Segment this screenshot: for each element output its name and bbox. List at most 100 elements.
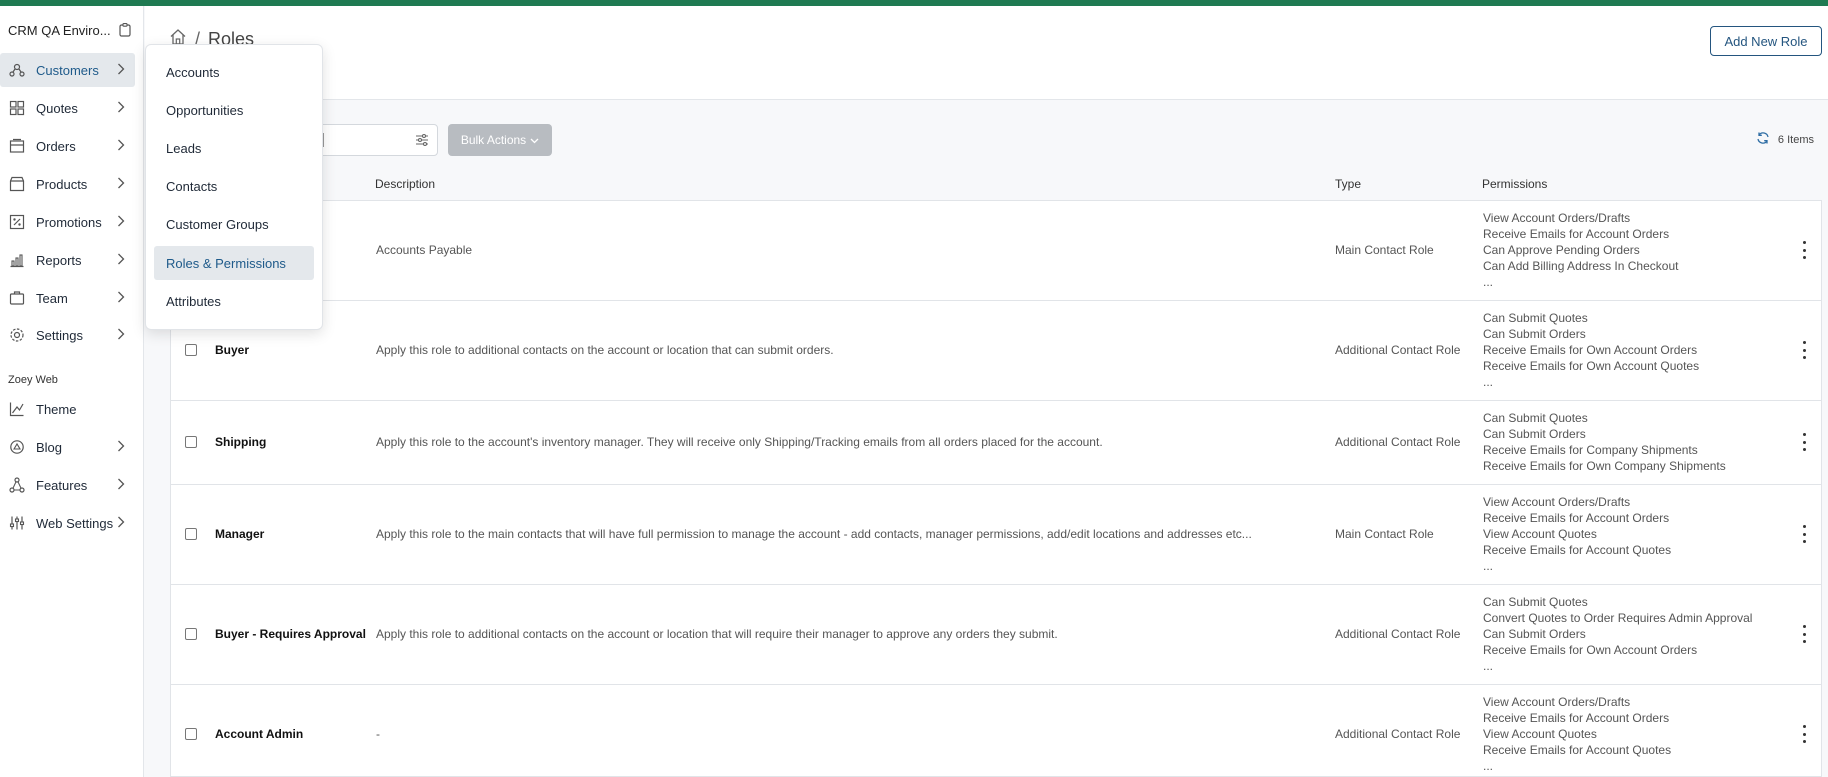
row-menu-icon[interactable] — [1801, 525, 1807, 543]
role-permissions: Can Submit Quotes Can Submit Orders Rece… — [1483, 310, 1699, 390]
role-permissions: View Account Orders/Drafts Receive Email… — [1483, 210, 1678, 290]
page-header: / Roles Add New Role — [145, 6, 1828, 100]
bulk-actions-label: Bulk Actions — [460, 133, 527, 147]
permission-item: Can Submit Orders — [1483, 627, 1586, 641]
permission-item: Receive Emails for Account Orders — [1483, 711, 1670, 725]
clipboard-icon — [118, 23, 131, 37]
theme-icon — [8, 400, 26, 418]
role-name[interactable]: Buyer — [215, 343, 249, 357]
role-description: Apply this role to the account's invento… — [376, 435, 1103, 449]
sidebar-item-products[interactable]: Products — [0, 167, 135, 201]
role-name[interactable]: Manager — [215, 527, 264, 541]
role-description: Accounts Payable — [376, 243, 473, 257]
chevron-right-icon — [117, 440, 125, 455]
bulk-actions-button[interactable]: Bulk Actions — [448, 124, 552, 156]
row-menu-icon[interactable] — [1801, 625, 1807, 643]
row-menu-icon[interactable] — [1801, 241, 1807, 259]
permission-more: ... — [1483, 759, 1494, 773]
permission-item: Convert Quotes to Order Requires Admin A… — [1483, 611, 1753, 625]
sliders-icon — [8, 514, 26, 532]
sidebar-item-label: Orders — [36, 138, 76, 154]
permission-item: Can Submit Orders — [1483, 327, 1586, 341]
table-row[interactable]: Shipping Apply this role to the account'… — [171, 401, 1821, 485]
permission-item: View Account Orders/Drafts — [1483, 495, 1631, 509]
role-type: Additional Contact Role — [1335, 343, 1461, 357]
row-menu-icon[interactable] — [1801, 725, 1807, 743]
permission-item: Receive Emails for Own Account Orders — [1483, 343, 1698, 357]
chevron-right-icon — [117, 215, 125, 230]
table-row[interactable]: Manager Apply this role to the main cont… — [171, 485, 1821, 585]
permission-item: Receive Emails for Own Company Shipments — [1483, 459, 1726, 473]
sidebar-item-quotes[interactable]: Quotes — [0, 91, 135, 125]
row-menu-icon[interactable] — [1801, 341, 1807, 359]
permission-item: View Account Quotes — [1483, 727, 1597, 741]
filter-icon[interactable] — [415, 133, 429, 150]
sidebar-item-settings[interactable]: Settings — [0, 318, 135, 352]
permission-item: Receive Emails for Account Orders — [1483, 511, 1670, 525]
permission-item: Receive Emails for Account Orders — [1483, 227, 1670, 241]
submenu-item-accounts[interactable]: Accounts — [154, 55, 314, 89]
submenu-item-attributes[interactable]: Attributes — [154, 284, 314, 318]
permission-item: View Account Orders/Drafts — [1483, 211, 1631, 225]
sidebar-item-theme[interactable]: Theme — [0, 392, 135, 426]
role-name[interactable]: Shipping — [215, 435, 266, 449]
customers-submenu: Accounts Opportunities Leads Contacts Cu… — [145, 44, 323, 330]
submenu-item-contacts[interactable]: Contacts — [154, 169, 314, 203]
column-header-permissions[interactable]: Permissions — [1482, 177, 1547, 191]
features-icon — [8, 476, 26, 494]
sidebar-item-label: Team — [36, 290, 68, 306]
add-new-role-button[interactable]: Add New Role — [1710, 26, 1822, 56]
submenu-item-opportunities[interactable]: Opportunities — [154, 93, 314, 127]
store-switcher[interactable]: CRM QA Enviro... — [8, 18, 138, 42]
role-type: Additional Contact Role — [1335, 727, 1461, 741]
row-menu-icon[interactable] — [1801, 433, 1807, 451]
items-count-label: 6 Items — [1777, 133, 1814, 146]
chevron-right-icon — [117, 328, 125, 343]
permission-item: Can Submit Orders — [1483, 427, 1586, 441]
chevron-right-icon — [117, 478, 125, 493]
row-checkbox[interactable] — [185, 728, 197, 740]
permission-more: ... — [1483, 559, 1494, 573]
sidebar: CRM QA Enviro... Customers Quotes Orders… — [0, 6, 144, 777]
team-icon — [8, 289, 26, 307]
column-header-description[interactable]: Description — [375, 177, 435, 191]
sidebar-item-promotions[interactable]: Promotions — [0, 205, 135, 239]
permission-item: Receive Emails for Account Quotes — [1483, 543, 1672, 557]
role-name[interactable]: Account Admin — [215, 727, 303, 741]
sidebar-item-label: Promotions — [36, 214, 102, 230]
refresh-icon[interactable] — [1756, 131, 1770, 148]
table-row[interactable]: Accounts Payable Main Contact Role View … — [171, 201, 1821, 301]
submenu-item-leads[interactable]: Leads — [154, 131, 314, 165]
table-row[interactable]: Buyer - Requires Approval Apply this rol… — [171, 585, 1821, 685]
column-header-type[interactable]: Type — [1335, 177, 1361, 191]
chart-icon — [8, 251, 26, 269]
row-checkbox[interactable] — [185, 528, 197, 540]
submenu-item-customer-groups[interactable]: Customer Groups — [154, 207, 314, 241]
role-permissions: Can Submit Quotes Convert Quotes to Orde… — [1483, 594, 1752, 674]
table-row[interactable]: Account Admin - Additional Contact Role … — [171, 685, 1821, 777]
row-checkbox[interactable] — [185, 628, 197, 640]
blog-icon — [8, 438, 26, 456]
sidebar-item-features[interactable]: Features — [0, 468, 135, 502]
sidebar-item-orders[interactable]: Orders — [0, 129, 135, 163]
role-permissions: View Account Orders/Drafts Receive Email… — [1483, 694, 1671, 774]
role-description: Apply this role to the main contacts tha… — [376, 527, 1252, 541]
role-name[interactable]: Buyer - Requires Approval — [215, 627, 366, 641]
orders-icon — [8, 137, 26, 155]
row-checkbox[interactable] — [185, 436, 197, 448]
store-name: CRM QA Enviro... — [8, 22, 111, 38]
sidebar-item-reports[interactable]: Reports — [0, 243, 135, 277]
row-checkbox[interactable] — [185, 344, 197, 356]
sidebar-item-customers[interactable]: Customers — [0, 53, 135, 87]
sidebar-item-web-settings[interactable]: Web Settings — [0, 506, 135, 540]
permission-item: Can Add Billing Address In Checkout — [1483, 259, 1679, 273]
sidebar-item-team[interactable]: Team — [0, 281, 135, 315]
users-icon — [8, 61, 26, 79]
permission-item: Receive Emails for Own Account Quotes — [1483, 359, 1700, 373]
submenu-item-roles-permissions[interactable]: Roles & Permissions — [154, 246, 314, 280]
chevron-down-icon — [530, 133, 539, 147]
chevron-right-icon — [117, 177, 125, 192]
items-count: 6 Items — [1756, 131, 1814, 148]
sidebar-item-blog[interactable]: Blog — [0, 430, 135, 464]
table-row[interactable]: Buyer Apply this role to additional cont… — [171, 301, 1821, 401]
